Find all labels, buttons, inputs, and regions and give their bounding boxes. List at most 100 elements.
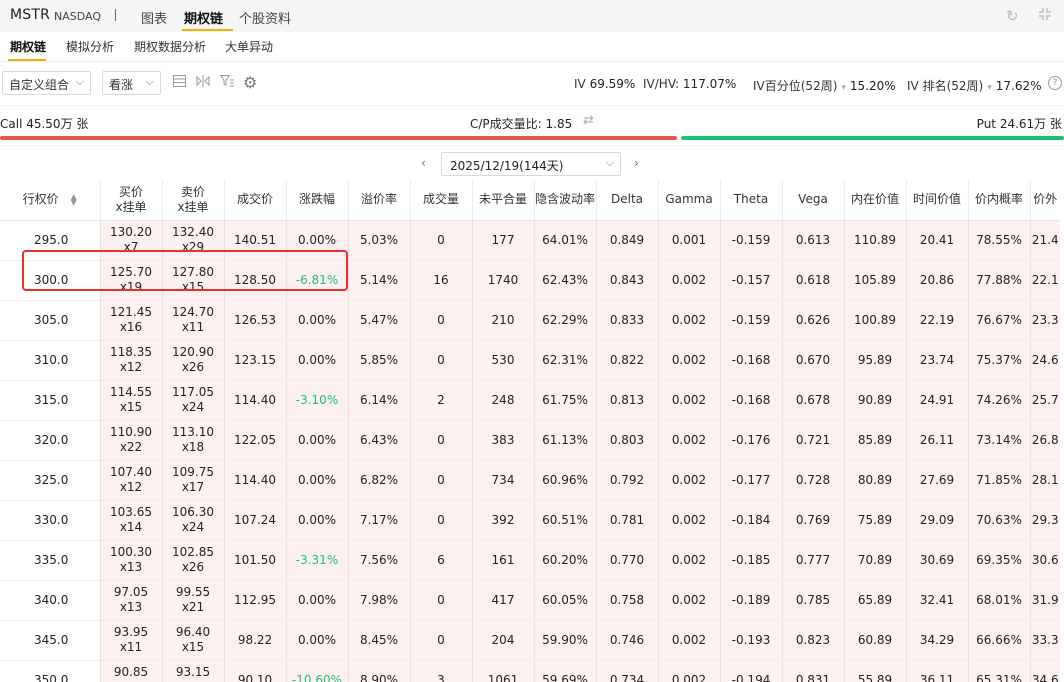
column-header[interactable]: 成交价 [223, 180, 286, 221]
oi-cell: 734 [471, 460, 534, 501]
filter-icon[interactable] [219, 75, 234, 91]
table-row[interactable]: 305.0 121.45 x16 124.70 x11 126.53 0.00% 5.47% 0… [0, 300, 1060, 341]
vol-cell: 16 [409, 260, 472, 301]
ask-price: 120.90 [172, 345, 214, 359]
ask-cell: 124.70 x11 [161, 300, 224, 341]
ask-size: x24 [181, 520, 205, 534]
theta-cell: -0.184 [719, 500, 782, 541]
intrinsic-cell: 60.89 [843, 620, 906, 661]
chevron-left-icon[interactable]: ‹ [421, 156, 426, 170]
column-header[interactable]: Delta [595, 180, 658, 221]
last-cell: 122.05 [223, 420, 286, 461]
column-header[interactable]: 买价 x挂单 [99, 180, 162, 221]
bid-cell: 110.90 x22 [99, 420, 162, 461]
iv-percentile-value: 15.20% [849, 79, 896, 93]
column-header-label: 溢价率 [360, 192, 397, 207]
table-row[interactable]: 345.0 93.95 x11 96.40 x15 98.22 0.00% 8.45% 0 204… [0, 620, 1060, 661]
combo-select[interactable]: 自定义组合 ⌵ [2, 71, 91, 95]
ask-cell: 113.10 x18 [161, 420, 224, 461]
help-icon[interactable]: ? [1048, 76, 1062, 90]
column-header[interactable]: Gamma [657, 180, 720, 221]
delta-cell: 0.792 [595, 460, 658, 501]
compare-icon[interactable] [196, 75, 210, 91]
column-header[interactable]: 卖价 x挂单 [161, 180, 224, 221]
vol-cell: 3 [409, 660, 472, 682]
column-header-label: 未平合量 [478, 192, 527, 207]
ask-cell: 99.55 x21 [161, 580, 224, 621]
refresh-icon[interactable]: ↻ [1006, 7, 1019, 25]
delta-cell: 0.734 [595, 660, 658, 682]
swap-icon[interactable]: ⇄ [583, 113, 594, 128]
tab-option-chain[interactable]: 期权链 [184, 8, 223, 27]
column-header[interactable]: 涨跌幅 [285, 180, 348, 221]
strike-cell: 330.0 [0, 500, 100, 541]
subtab-option-data-analysis[interactable]: 期权数据分析 [134, 38, 206, 55]
intrinsic-cell: 90.89 [843, 380, 906, 421]
bid-cell: 90.85x10 [99, 660, 162, 682]
bid-price: 121.45 [110, 305, 152, 319]
direction-select[interactable]: 看涨 ⌵ [102, 71, 161, 95]
put-volume-bar [681, 136, 1064, 140]
tab-stock-profile[interactable]: 个股资料 [239, 8, 291, 27]
last-cell: 114.40 [223, 380, 286, 421]
oi-cell: 1740 [471, 260, 534, 301]
itm-prob-cell: 74.26% [967, 380, 1030, 421]
vol-cell: 0 [409, 500, 472, 541]
vega-cell: 0.626 [781, 300, 844, 341]
premium-cell: 5.03% [347, 220, 410, 261]
column-header[interactable]: Vega [781, 180, 844, 221]
table-row[interactable]: 330.0 103.65 x14 106.30 x24 107.24 0.00% 7.17% 0… [0, 500, 1060, 541]
column-header[interactable]: 溢价率 [347, 180, 410, 221]
column-header[interactable]: 成交量 [409, 180, 472, 221]
table-view-icon[interactable] [173, 75, 186, 91]
iv-percentile-stat[interactable]: IV百分位(52周) ▾ 15.20% [753, 77, 896, 94]
strike-cell: 305.0 [0, 300, 100, 341]
column-header[interactable]: 价外 [1029, 180, 1060, 221]
subtab-block-trades[interactable]: 大单异动 [225, 38, 273, 55]
subtab-option-chain[interactable]: 期权链 [10, 38, 46, 55]
chevron-right-icon[interactable]: › [634, 156, 639, 170]
ask-cell: 93.15x20 [161, 660, 224, 682]
sub-tabs: 期权链 模拟分析 期权数据分析 大单异动 [0, 32, 1064, 62]
bid-price: 114.55 [110, 385, 152, 399]
column-header[interactable]: 未平合量 [471, 180, 534, 221]
last-cell: 123.15 [223, 340, 286, 381]
iv-cell: 60.20% [533, 540, 596, 581]
ask-cell: 96.40 x15 [161, 620, 224, 661]
column-header[interactable]: Theta [719, 180, 782, 221]
subtab-simulation[interactable]: 模拟分析 [66, 38, 114, 55]
strike-cell: 345.0 [0, 620, 100, 661]
bid-cell: 107.40 x12 [99, 460, 162, 501]
vega-cell: 0.823 [781, 620, 844, 661]
expiry-select[interactable]: 2025/12/19(144天) ⌵ [441, 152, 621, 176]
table-row[interactable]: 315.0 114.55 x15 117.05 x24 114.40 -3.10% 6.14%… [0, 380, 1060, 421]
vol-cell: 0 [409, 460, 472, 501]
itm-prob-cell: 73.14% [967, 420, 1030, 461]
column-header[interactable]: 时间价值 [905, 180, 968, 221]
column-header[interactable]: 价内概率 [967, 180, 1030, 221]
theta-cell: -0.159 [719, 300, 782, 341]
gear-icon[interactable]: ⚙ [243, 73, 257, 92]
iv-rank-stat[interactable]: IV 排名(52周) ▾ 17.62% [907, 77, 1042, 94]
column-header[interactable]: 隐含波动率 [533, 180, 596, 221]
column-header[interactable]: 行权价 ▲ ▼ [0, 180, 100, 221]
vega-cell: 0.613 [781, 220, 844, 261]
table-row[interactable]: 340.0 97.05 x13 99.55 x21 112.95 0.00% 7.98% 0 41… [0, 580, 1060, 621]
sort-icon[interactable]: ▲ ▼ [71, 192, 77, 206]
tab-chart[interactable]: 图表 [141, 8, 167, 27]
table-row[interactable]: 320.0 110.90 x22 113.10 x18 122.05 0.00% 6.43% 0… [0, 420, 1060, 461]
chevron-down-icon: ⌵ [145, 75, 154, 88]
ask-size: x15 [181, 640, 205, 654]
divider [115, 9, 116, 21]
table-row[interactable]: 310.0 118.35 x12 120.90 x26 123.15 0.00% 5.85% 0… [0, 340, 1060, 381]
bid-size: x11 [119, 640, 143, 654]
collapse-icon[interactable] [1038, 7, 1052, 25]
table-row[interactable]: 325.0 107.40 x12 109.75 x17 114.40 0.00% 6.82% 0… [0, 460, 1060, 501]
table-row[interactable]: 335.0 100.30 x13 102.85 x26 101.50 -3.31% 7.56%… [0, 540, 1060, 581]
column-header[interactable]: 内在价值 [843, 180, 906, 221]
premium-cell: 6.14% [347, 380, 410, 421]
time-value-cell: 22.19 [905, 300, 968, 341]
toolbar: 自定义组合 ⌵ 看涨 ⌵ ⚙ IV 69.59% IV/HV: 117.07% … [0, 62, 1064, 106]
theta-cell: -0.193 [719, 620, 782, 661]
table-row[interactable]: 350.090.85x1093.15x2090.10-10.60%8.90%31… [0, 660, 1060, 682]
